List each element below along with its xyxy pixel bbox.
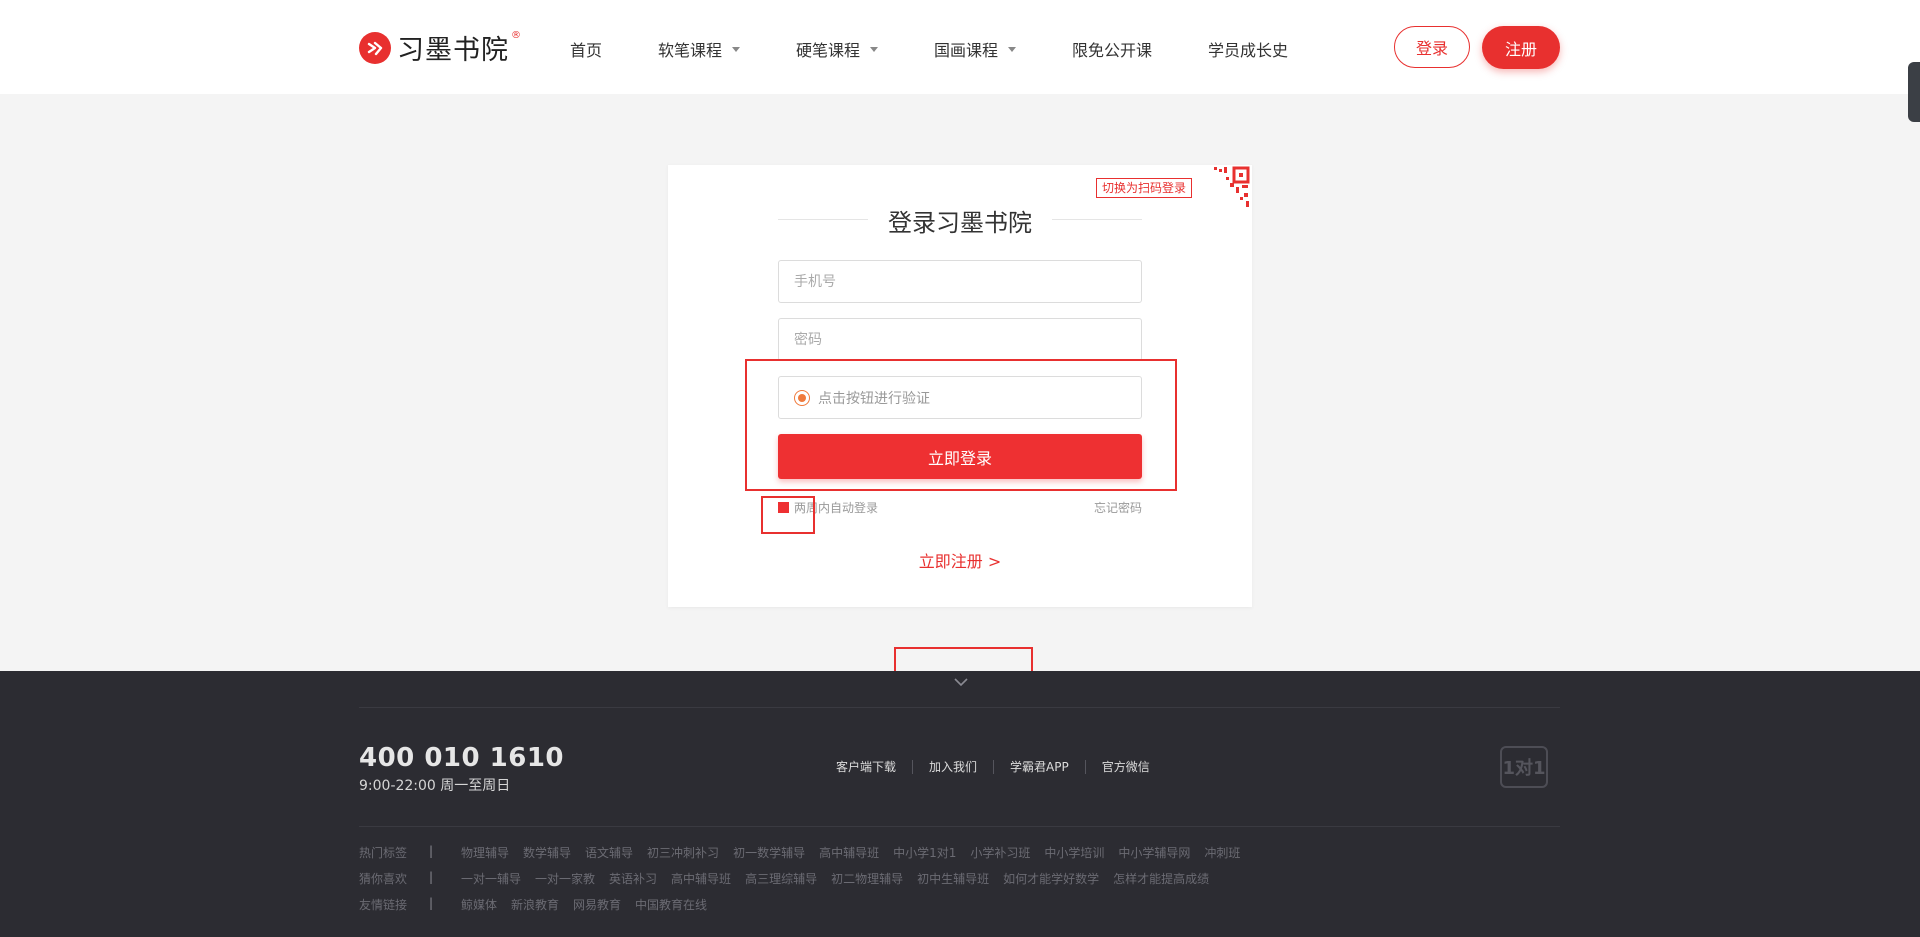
- tag-link[interactable]: 冲刺班: [1204, 844, 1240, 861]
- logo-mark-icon: [359, 31, 391, 64]
- footer-links: 客户端下载 加入我们 学霸君APP 官方微信: [820, 760, 1166, 774]
- auto-login-label: 两周内自动登录: [794, 501, 879, 515]
- tag-link[interactable]: 数学辅导: [523, 844, 571, 861]
- hot-tags-row: 热门标签 | 物理辅导 数学辅导 语文辅导 初三冲刺补习 初一数学辅导 高中辅导…: [359, 844, 1254, 861]
- registered-mark-icon: ®: [511, 30, 521, 41]
- tag-row-separator: |: [429, 896, 434, 910]
- tag-link[interactable]: 怎样才能提高成绩: [1113, 870, 1209, 887]
- footer-link-wechat[interactable]: 官方微信: [1084, 760, 1166, 774]
- nav-student-stories[interactable]: 学员成长史: [1208, 37, 1288, 61]
- site-logo[interactable]: 习墨书院 ®: [359, 28, 521, 67]
- captcha-verify-button[interactable]: 点击按钮进行验证: [778, 376, 1142, 419]
- nav-label: 硬笔课程: [796, 41, 861, 60]
- login-submit-button[interactable]: 立即登录: [778, 434, 1142, 479]
- verify-text: 点击按钮进行验证: [818, 390, 930, 407]
- footer-link-join-us[interactable]: 加入我们: [912, 760, 993, 774]
- one-on-one-badge-icon: 1对1: [1500, 746, 1548, 788]
- nav-label: 国画课程: [934, 41, 999, 60]
- header-register-button[interactable]: 注册: [1482, 26, 1560, 69]
- login-card: 切换为扫码登录 登录习墨书院 点击按钮进行验证 立即登录 两周内自动登录 忘记密…: [668, 165, 1252, 607]
- verify-radio-icon: [794, 389, 810, 406]
- login-title-row: 登录习墨书院: [778, 203, 1142, 237]
- qr-code-corner-icon[interactable]: [1196, 165, 1252, 221]
- tag-row-label: 猜你喜欢: [359, 872, 408, 886]
- tag-link[interactable]: 英语补习: [609, 870, 657, 887]
- auto-login-checkbox[interactable]: [778, 502, 789, 513]
- switch-to-qr-login[interactable]: 切换为扫码登录: [1096, 178, 1193, 198]
- site-footer: 400 010 1610 9:00-22:00 周一至周日 客户端下载 加入我们…: [0, 671, 1920, 937]
- tag-link[interactable]: 初一数学辅导: [733, 844, 805, 861]
- tag-link[interactable]: 中小学1对1: [893, 844, 956, 861]
- forgot-password-link[interactable]: 忘记密码: [1094, 499, 1142, 516]
- password-field[interactable]: [778, 318, 1142, 361]
- title-divider-right: [1052, 219, 1142, 220]
- nav-home[interactable]: 首页: [570, 37, 602, 61]
- tag-link[interactable]: 初三冲刺补习: [647, 844, 719, 861]
- footer-hours: 9:00-22:00 周一至周日: [359, 778, 511, 794]
- tag-link[interactable]: 如何才能学好数学: [1003, 870, 1099, 887]
- nav-label: 软笔课程: [658, 41, 723, 60]
- tag-row-label: 友情链接: [359, 898, 408, 912]
- footer-divider: [359, 707, 1560, 708]
- tag-link[interactable]: 小学补习班: [970, 844, 1030, 861]
- logo-text: 习墨书院: [397, 35, 509, 66]
- phone-input[interactable]: [779, 261, 1141, 302]
- tag-link[interactable]: 网易教育: [573, 896, 621, 913]
- tag-link[interactable]: 新浪教育: [511, 896, 559, 913]
- nav-hard-pen[interactable]: 硬笔课程: [796, 37, 879, 61]
- tag-link[interactable]: 高三理综辅导: [745, 870, 817, 887]
- tag-link[interactable]: 语文辅导: [585, 844, 633, 861]
- tag-row-label: 热门标签: [359, 846, 408, 860]
- caret-down-icon: [1008, 46, 1017, 52]
- footer-phone: 400 010 1610: [359, 743, 565, 773]
- nav-free-open-class[interactable]: 限免公开课: [1072, 37, 1152, 61]
- chevron-down-icon[interactable]: [952, 675, 970, 689]
- password-input[interactable]: [779, 319, 1141, 360]
- caret-down-icon: [870, 46, 879, 52]
- tag-link[interactable]: 初中生辅导班: [917, 870, 989, 887]
- footer-link-client-download[interactable]: 客户端下载: [820, 760, 912, 774]
- tag-link[interactable]: 中小学辅导网: [1118, 844, 1190, 861]
- register-now-link[interactable]: 立即注册 >: [668, 548, 1252, 572]
- footer-link-app[interactable]: 学霸君APP: [993, 760, 1085, 774]
- site-header: 习墨书院 ® 首页 软笔课程 硬笔课程 国画课程 限免公开课 学员成长史 登录 …: [0, 0, 1920, 94]
- tag-link[interactable]: 一对一家教: [535, 870, 595, 887]
- caret-down-icon: [732, 46, 741, 52]
- tag-link[interactable]: 一对一辅导: [461, 870, 521, 887]
- tag-link[interactable]: 鲸媒体: [461, 896, 497, 913]
- tag-link[interactable]: 初二物理辅导: [831, 870, 903, 887]
- auto-login-option[interactable]: 两周内自动登录: [778, 499, 878, 516]
- login-title: 登录习墨书院: [888, 209, 1032, 237]
- nav-label: 限免公开课: [1072, 41, 1153, 60]
- tag-link[interactable]: 物理辅导: [461, 844, 509, 861]
- nav-chinese-painting[interactable]: 国画课程: [934, 37, 1017, 61]
- tag-link[interactable]: 中小学培训: [1044, 844, 1104, 861]
- friend-links-row: 友情链接 | 鲸媒体 新浪教育 网易教育 中国教育在线: [359, 896, 721, 913]
- tag-link[interactable]: 高中辅导班: [819, 844, 879, 861]
- nav-label: 首页: [570, 41, 603, 60]
- footer-divider: [359, 826, 1560, 827]
- phone-field[interactable]: [778, 260, 1142, 303]
- nav-soft-brush[interactable]: 软笔课程: [658, 37, 741, 61]
- tag-row-separator: |: [429, 844, 434, 858]
- side-widget-tab[interactable]: [1908, 62, 1920, 122]
- tag-link[interactable]: 高中辅导班: [671, 870, 731, 887]
- tag-link[interactable]: 中国教育在线: [635, 896, 707, 913]
- tag-row-separator: |: [429, 870, 434, 884]
- you-may-like-row: 猜你喜欢 | 一对一辅导 一对一家教 英语补习 高中辅导班 高三理综辅导 初二物…: [359, 870, 1223, 887]
- header-login-button[interactable]: 登录: [1394, 26, 1470, 68]
- nav-label: 学员成长史: [1208, 41, 1289, 60]
